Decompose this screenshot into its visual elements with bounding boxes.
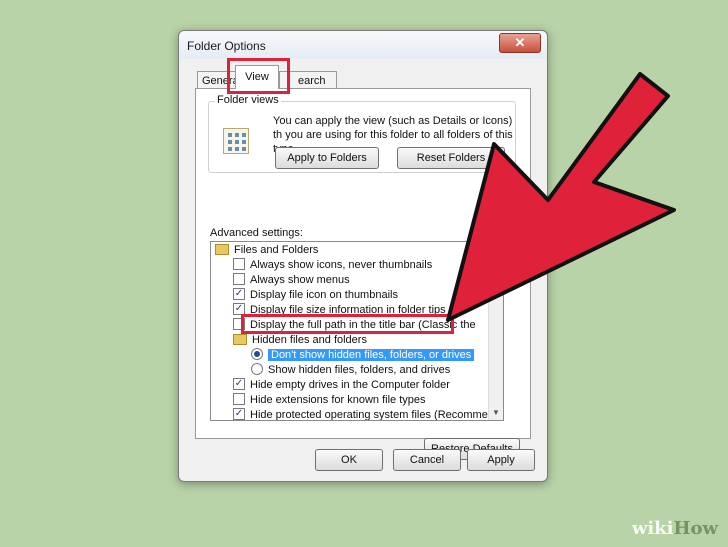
watermark-wiki: wiki bbox=[631, 518, 674, 539]
pointer-arrow-icon bbox=[446, 72, 676, 322]
tab-view[interactable]: View bbox=[235, 65, 279, 89]
wikihow-watermark: wikiHow bbox=[632, 518, 718, 539]
watermark-how: How bbox=[673, 518, 718, 539]
